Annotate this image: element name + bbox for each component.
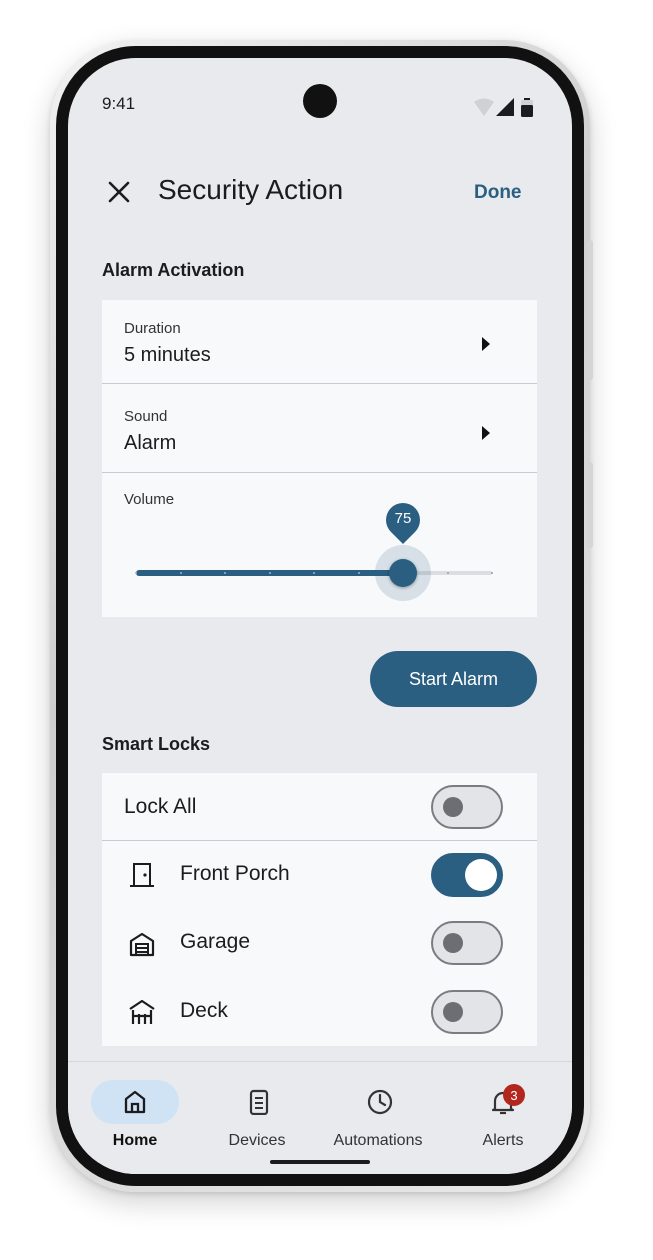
garage-toggle[interactable] [431,921,503,965]
start-alarm-button[interactable]: Start Alarm [370,651,537,707]
signal-icon [496,98,514,116]
lock-row-garage: Garage [102,909,537,977]
slider-tick [135,572,137,574]
done-button[interactable]: Done [474,182,522,204]
nav-label-home: Home [112,1132,158,1149]
close-icon[interactable] [104,177,134,207]
slider-tick [179,572,182,574]
locks-card: Lock All Front Porch Garage Deck [102,773,537,1046]
lock-all-row: Lock All [102,773,537,840]
garage-icon [129,932,155,957]
toggle-knob [465,859,497,891]
deck-icon [129,999,155,1024]
volume-row: Volume 75 [102,300,537,617]
slider-tick [224,572,226,574]
deck-toggle[interactable] [431,990,503,1034]
slider-tick [446,572,449,574]
toggle-knob [443,1002,463,1022]
slider-tick [313,572,315,574]
nav-item-automations[interactable]: Automations [320,1062,446,1162]
nav-item-alerts[interactable]: 3 Alerts [446,1062,572,1162]
toggle-knob [443,797,463,817]
home-indicator [270,1160,370,1164]
page-title: Security Action [158,174,344,205]
nav-label-alerts: Alerts [482,1132,524,1149]
camera-cutout [303,84,337,118]
slider-tick [268,572,271,574]
lock-label-garage: Garage [180,930,251,953]
bottom-navigation: Home Devices Automations 3 Alerts [68,1061,572,1174]
alarm-card: Duration 5 minutes Sound Alarm Volume 75 [102,300,537,617]
lock-label-front-porch: Front Porch [180,862,290,885]
wifi-icon [474,98,494,116]
slider-value-text: 75 [394,510,412,527]
slider-value-bubble: 75 [383,500,423,546]
slider-tick [357,572,360,574]
alerts-badge: 3 [503,1084,525,1106]
volume-label: Volume [124,491,175,508]
battery-icon [521,98,533,117]
status-icons [474,98,533,117]
front-porch-toggle[interactable] [431,853,503,897]
nav-item-home[interactable]: Home [68,1062,194,1162]
lock-all-toggle[interactable] [431,785,503,829]
home-icon [124,1090,146,1114]
lock-all-label: Lock All [124,795,197,818]
nav-label-devices: Devices [228,1132,286,1149]
door-icon [130,863,154,887]
clock-icon [367,1089,393,1115]
lock-row-deck: Deck [102,977,537,1046]
lock-row-front-porch: Front Porch [102,841,537,909]
power-side-button [587,462,593,548]
volume-slider[interactable]: 75 [135,502,493,601]
devices-icon [249,1089,269,1115]
nav-label-automations: Automations [333,1132,423,1149]
slider-thumb[interactable] [389,559,417,587]
volume-side-button [587,240,593,380]
status-time: 9:41 [102,94,136,113]
phone-screen: 9:41 Security Action Done Alarm Activati… [68,58,572,1174]
toggle-knob [443,933,463,953]
slider-tick [491,572,493,574]
alarm-section-title: Alarm Activation [102,260,245,280]
locks-section-title: Smart Locks [102,734,211,754]
nav-item-devices[interactable]: Devices [194,1062,320,1162]
lock-label-deck: Deck [180,999,228,1022]
